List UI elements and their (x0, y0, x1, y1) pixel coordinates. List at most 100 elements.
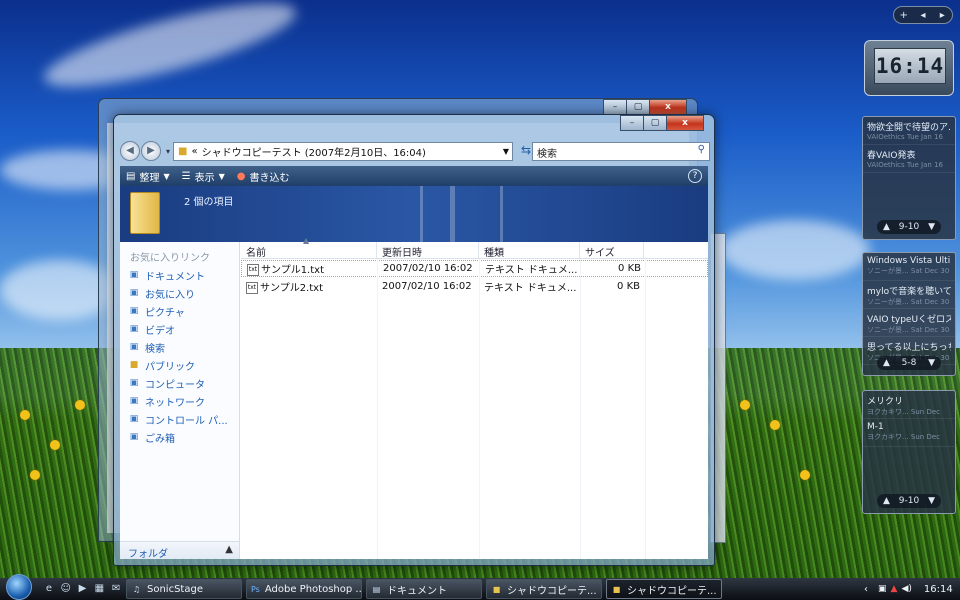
feed-title: 思ってる以上にちっちゃ... (867, 343, 951, 353)
taskbar: e ☺ ▶ ▦ ✉ ♫ SonicStage Ps Adobe Photoshop .… (0, 574, 960, 600)
feed-item[interactable]: myloで音楽を聴いて...ソニーが景... Sat Dec 30 (863, 281, 955, 309)
column-divider (479, 259, 480, 559)
views-button[interactable]: ☰ 表示 ▼ (182, 169, 225, 184)
feed-item[interactable]: 物欲全開で待望のア... VAIOethics Tue Jan 16 (863, 117, 955, 145)
feed-item[interactable]: M-1 ヨクカキワ... Sun Dec (863, 419, 955, 447)
chevron-down-icon[interactable]: ▼ (503, 147, 509, 156)
back-button[interactable]: ◀ (120, 141, 140, 161)
nav-item-label: 検索 (145, 343, 165, 355)
taskbar-button[interactable]: ▤ ドキュメント (366, 579, 482, 599)
feed-gadget-1[interactable]: 物欲全開で待望のア... VAIOethics Tue Jan 16 春VAIO発表… (862, 116, 956, 240)
file-name: サンプル1.txt (261, 265, 325, 276)
maximize-button[interactable]: ▢ (626, 99, 650, 115)
clock-gadget[interactable]: 16:14 (864, 40, 954, 96)
photoshop-icon: Ps (251, 584, 260, 594)
minimize-button[interactable]: – (620, 115, 644, 131)
mail-icon[interactable]: ✉ (109, 582, 123, 596)
organize-button[interactable]: ▤ 整理 ▼ (126, 169, 170, 184)
nav-item[interactable]: ▣ コンピュータ (120, 374, 239, 392)
nav-item[interactable]: ▣ ピクチャ (120, 302, 239, 320)
column-header-modified[interactable]: 更新日時 (377, 242, 479, 259)
file-list: 名前 ▲ 更新日時 種類 サイズ txt サンプル1.txt 2007/02/10 1… (241, 236, 708, 559)
close-button[interactable]: x (666, 115, 704, 131)
security-tray-icon[interactable]: ▲ (891, 584, 898, 594)
large-folder-icon (130, 192, 160, 234)
file-name: サンプル2.txt (260, 283, 324, 294)
views-icon: ☰ (181, 170, 191, 182)
column-header-type[interactable]: 種類 (479, 242, 580, 259)
address-chevron[interactable]: « (191, 146, 197, 157)
add-gadget-button[interactable]: + (894, 10, 913, 21)
nav-item-label: パブリック (145, 361, 195, 373)
search-input[interactable]: 検索 ⚲ (532, 142, 710, 161)
feed-gadget-2[interactable]: Windows Vista Ultim...ソニーが景... Sat Dec 3… (862, 252, 956, 376)
recycle-bin-icon: ▣ (129, 432, 139, 442)
feed-gadget-3[interactable]: メリクリ ヨクカキワ... Sun Dec M-1 ヨクカキワ... Sun Dec … (862, 390, 956, 514)
feed-item[interactable]: メリクリ ヨクカキワ... Sun Dec (863, 391, 955, 419)
prev-icon[interactable]: ▲ (883, 358, 890, 368)
taskbar-clock[interactable]: 16:14 (924, 584, 953, 595)
burn-button[interactable]: ● 書き込む (237, 169, 290, 184)
nav-item[interactable]: ■ パブリック (120, 356, 239, 374)
folder-icon: ■ (492, 584, 501, 594)
volume-icon[interactable]: ◀) (901, 584, 911, 594)
chevron-left-icon[interactable]: ‹ (864, 584, 868, 595)
pager-label: 9-10 (898, 496, 920, 506)
taskbar-button[interactable]: ■ シャドウコピーテ... (486, 579, 602, 599)
taskbar-button[interactable]: ■ シャドウコピーテ... (606, 579, 722, 599)
nav-item-label: ごみ箱 (145, 433, 175, 445)
taskbar-button[interactable]: ♫ SonicStage (126, 579, 242, 599)
nav-item[interactable]: ▣ お気に入り (120, 284, 239, 302)
pictures-icon: ▣ (129, 306, 139, 316)
messenger-icon[interactable]: ☺ (59, 582, 73, 596)
next-icon[interactable]: ▼ (928, 496, 935, 506)
minimize-button[interactable]: – (603, 99, 627, 115)
file-row[interactable]: txt サンプル1.txt 2007/02/10 16:02 テキスト ドキュメ...… (241, 260, 708, 277)
internet-explorer-icon[interactable]: e (42, 582, 56, 596)
next-icon[interactable]: ▼ (928, 358, 935, 368)
prev-icon[interactable]: ▲ (883, 222, 890, 232)
folders-label: フォルダ (128, 549, 168, 560)
nav-item[interactable]: ▣ ビデオ (120, 320, 239, 338)
public-folder-icon: ■ (129, 360, 139, 370)
taskbar-button[interactable]: Ps Adobe Photoshop ... (246, 579, 362, 599)
next-icon[interactable]: ▼ (928, 222, 935, 232)
burn-label: 書き込む (249, 172, 290, 184)
nav-item[interactable]: ▣ コントロール パ... (120, 410, 239, 428)
file-row[interactable]: txt サンプル2.txt 2007/02/10 16:02 テキスト ドキュメ...… (241, 278, 708, 295)
search-icon[interactable]: ⚲ (698, 144, 705, 155)
nav-item[interactable]: ▣ 検索 (120, 338, 239, 356)
column-header-size[interactable]: サイズ (580, 242, 644, 259)
column-header-name[interactable]: 名前 ▲ (241, 236, 377, 259)
address-bar[interactable]: ■ « シャドウコピーテスト (2007年2月10日、16:04) ▼ (173, 142, 513, 161)
nav-item[interactable]: ▣ ネットワーク (120, 392, 239, 410)
nav-item-label: お気に入り (145, 289, 195, 301)
feed-item[interactable]: 春VAIO発表 VAIOethics Tue Jan 16 (863, 145, 955, 173)
feed-item[interactable]: VAIO typeUくゼロス...ソニーが景... Sat Dec 30 (863, 309, 955, 337)
command-bar: ▤ 整理 ▼ ☰ 表示 ▼ ● 書き込む ? (120, 166, 708, 186)
explorer-window[interactable]: – ▢ x ◀ ▶ ▾ ■ « シャドウコピーテスト (2007年2月10日、1… (113, 114, 715, 566)
close-button[interactable]: x (649, 99, 687, 115)
nav-item[interactable]: ▣ ドキュメント (120, 266, 239, 284)
taskbar-button-label: シャドウコピーテ... (627, 585, 717, 597)
folders-toggle[interactable]: フォルダ ▲ (120, 541, 239, 560)
show-desktop-icon[interactable]: ▦ (92, 582, 106, 596)
network-tray-icon[interactable]: ▣ (878, 584, 887, 594)
nav-item[interactable]: ▣ ごみ箱 (120, 428, 239, 446)
nav-item-label: ネットワーク (145, 397, 205, 409)
prev-icon[interactable]: ◂ (913, 10, 932, 21)
next-icon[interactable]: ▸ (933, 10, 952, 21)
flower (770, 420, 780, 430)
taskbar-button-label: Adobe Photoshop ... (264, 583, 362, 595)
prev-icon[interactable]: ▲ (883, 496, 890, 506)
nav-item-label: ピクチャ (145, 307, 185, 319)
feed-item[interactable]: Windows Vista Ultim...ソニーが景... Sat Dec 3… (863, 253, 955, 281)
maximize-button[interactable]: ▢ (643, 115, 667, 131)
forward-button[interactable]: ▶ (141, 141, 161, 161)
file-modified: 2007/02/10 16:02 (382, 281, 472, 292)
file-name-cell: txt サンプル1.txt (242, 261, 378, 276)
start-button[interactable] (6, 574, 32, 600)
help-icon[interactable]: ? (688, 169, 702, 183)
media-player-icon[interactable]: ▶ (76, 582, 90, 596)
feed-meta: ヨクカキワ... Sun Dec (867, 408, 940, 416)
